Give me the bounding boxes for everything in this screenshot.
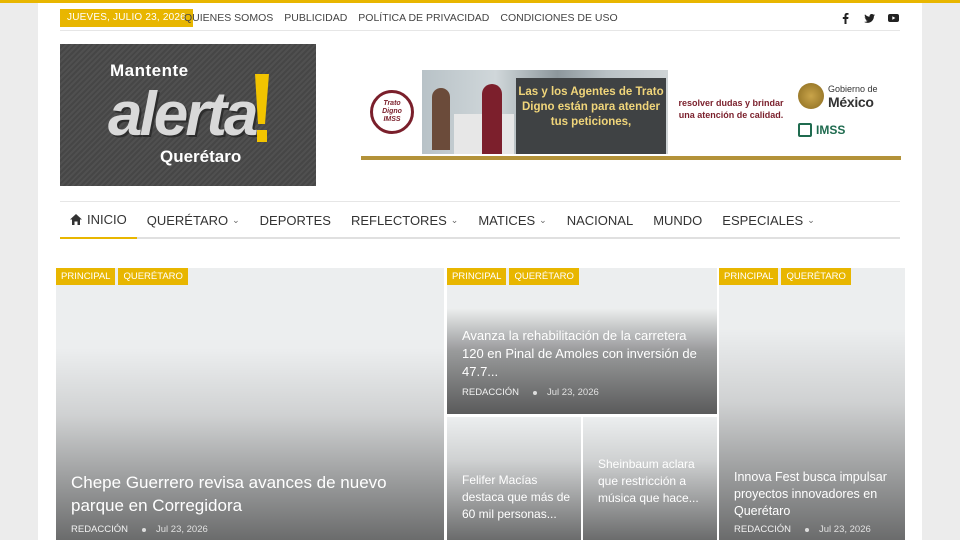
nav-item-inicio[interactable]: INICIO bbox=[60, 202, 137, 239]
nav-label: INICIO bbox=[87, 212, 127, 227]
category-tag-queretaro[interactable]: QUERÉTARO bbox=[781, 268, 851, 285]
category-tags: PRINCIPAL QUERÉTARO bbox=[447, 268, 579, 285]
logo-line-2: alerta bbox=[108, 80, 258, 149]
featured-grid: PRINCIPAL QUERÉTARO Chepe Guerrero revis… bbox=[56, 268, 905, 540]
gob-line-1: Gobierno de bbox=[828, 84, 878, 94]
category-tag-queretaro[interactable]: QUERÉTARO bbox=[118, 268, 188, 285]
meta-separator bbox=[142, 527, 147, 532]
nav-label: QUERÉTARO bbox=[146, 212, 229, 228]
top-link-condiciones[interactable]: CONDICIONES DE USO bbox=[500, 9, 617, 27]
site-logo[interactable]: Mantente alerta Querétaro bbox=[60, 44, 316, 186]
imss-label: IMSS bbox=[816, 123, 846, 137]
nav-item-matices[interactable]: MATICES ⌄ bbox=[468, 202, 556, 238]
trato-digno-seal: Trato Digno IMSS bbox=[370, 90, 414, 134]
nav-label: MATICES bbox=[478, 212, 536, 228]
nav-item-reflectores[interactable]: REFLECTORES ⌄ bbox=[341, 202, 468, 238]
category-tag-principal[interactable]: PRINCIPAL bbox=[56, 268, 116, 285]
meta-separator bbox=[533, 390, 538, 395]
meta-separator bbox=[805, 527, 810, 532]
article-date: Jul 23, 2026 bbox=[547, 387, 599, 398]
nav-label: REFLECTORES bbox=[350, 212, 447, 228]
banner-ad[interactable]: Trato Digno IMSS Las y los Agentes de Tr… bbox=[361, 66, 901, 160]
article-author[interactable]: REDACCIÓN bbox=[71, 524, 128, 535]
article-title[interactable]: Chepe Guerrero revisa avances de nuevo p… bbox=[71, 471, 431, 517]
article-author[interactable]: REDACCIÓN bbox=[462, 387, 519, 398]
article-meta: REDACCIÓN Jul 23, 2026 bbox=[734, 524, 871, 535]
article-title[interactable]: Sheinbaum aclara que restricción a músic… bbox=[598, 456, 708, 507]
chevron-down-icon: ⌄ bbox=[807, 214, 815, 225]
mexico-seal-icon bbox=[798, 83, 824, 109]
home-icon bbox=[70, 214, 82, 225]
article-meta: REDACCIÓN Jul 23, 2026 bbox=[462, 387, 599, 398]
chevron-down-icon: ⌄ bbox=[539, 214, 547, 225]
category-tag-principal[interactable]: PRINCIPAL bbox=[719, 268, 779, 285]
nav-item-queretaro[interactable]: QUERÉTARO ⌄ bbox=[137, 202, 250, 238]
twitter-icon[interactable] bbox=[862, 11, 876, 25]
gob-line-2: México bbox=[828, 94, 874, 110]
nav-label: MUNDO bbox=[653, 212, 703, 228]
logo-line-1: Mantente bbox=[110, 61, 189, 80]
article-title[interactable]: Avanza la rehabilitación de la carretera… bbox=[462, 327, 707, 381]
article-card-main[interactable]: PRINCIPAL QUERÉTARO Chepe Guerrero revis… bbox=[56, 268, 444, 540]
article-card-top-middle[interactable]: PRINCIPAL QUERÉTARO Avanza la rehabilita… bbox=[447, 268, 717, 414]
banner-photo: Las y los Agentes de Trato Digno están p… bbox=[422, 70, 668, 154]
seal-text: Trato Digno IMSS bbox=[382, 100, 402, 123]
article-title[interactable]: Felifer Macías destaca que más de 60 mil… bbox=[462, 472, 572, 523]
article-date: Jul 23, 2026 bbox=[819, 524, 871, 535]
imss-icon bbox=[798, 123, 812, 137]
top-link-publicidad[interactable]: PUBLICIDAD bbox=[284, 9, 347, 27]
social-links bbox=[838, 9, 900, 27]
article-card-small-right[interactable]: Sheinbaum aclara que restricción a músic… bbox=[583, 417, 717, 540]
youtube-icon[interactable] bbox=[886, 11, 900, 25]
facebook-icon[interactable] bbox=[838, 11, 852, 25]
nav-item-especiales[interactable]: ESPECIALES ⌄ bbox=[712, 202, 824, 238]
article-card-small-left[interactable]: Felifer Macías destaca que más de 60 mil… bbox=[447, 417, 581, 540]
nav-label: DEPORTES bbox=[259, 212, 331, 228]
top-link-privacidad[interactable]: POLÍTICA DE PRIVACIDAD bbox=[358, 9, 489, 27]
date-badge: JUEVES, JULIO 23, 2026 bbox=[60, 9, 193, 27]
category-tags: PRINCIPAL QUERÉTARO bbox=[56, 268, 188, 285]
article-date: Jul 23, 2026 bbox=[156, 524, 208, 535]
chevron-down-icon: ⌄ bbox=[232, 214, 240, 225]
nav-label: NACIONAL bbox=[566, 212, 634, 228]
category-tag-principal[interactable]: PRINCIPAL bbox=[447, 268, 507, 285]
top-bar: JUEVES, JULIO 23, 2026 QUIENES SOMOS PUB… bbox=[60, 6, 900, 31]
nav-item-mundo[interactable]: MUNDO bbox=[643, 202, 712, 238]
main-nav: INICIO QUERÉTARO ⌄ DEPORTES REFLECTORES … bbox=[60, 201, 900, 239]
page-container: JUEVES, JULIO 23, 2026 QUIENES SOMOS PUB… bbox=[38, 3, 922, 540]
logo-line-3: Querétaro bbox=[160, 147, 242, 166]
photo-person-1 bbox=[432, 88, 450, 150]
top-links: QUIENES SOMOS PUBLICIDAD POLÍTICA DE PRI… bbox=[184, 9, 618, 27]
category-tag-queretaro[interactable]: QUERÉTARO bbox=[509, 268, 579, 285]
article-author[interactable]: REDACCIÓN bbox=[734, 524, 791, 535]
nav-label: ESPECIALES bbox=[722, 212, 804, 228]
banner-slogan: Las y los Agentes de Trato Digno están p… bbox=[516, 78, 666, 154]
banner-message: resolver dudas y brindar una atención de… bbox=[678, 98, 784, 120]
chevron-down-icon: ⌄ bbox=[450, 214, 459, 225]
article-title[interactable]: Innova Fest busca impulsar proyectos inn… bbox=[734, 469, 899, 520]
photo-person-2 bbox=[482, 84, 502, 154]
article-meta: REDACCIÓN Jul 23, 2026 bbox=[71, 524, 208, 535]
nav-item-deportes[interactable]: DEPORTES bbox=[250, 202, 341, 238]
category-tags: PRINCIPAL QUERÉTARO bbox=[719, 268, 851, 285]
top-link-quienes-somos[interactable]: QUIENES SOMOS bbox=[184, 9, 273, 27]
exclamation-icon bbox=[255, 74, 269, 142]
article-card-right[interactable]: PRINCIPAL QUERÉTARO Innova Fest busca im… bbox=[719, 268, 905, 540]
nav-item-nacional[interactable]: NACIONAL bbox=[557, 202, 643, 238]
banner-bottom-bar bbox=[361, 156, 901, 160]
